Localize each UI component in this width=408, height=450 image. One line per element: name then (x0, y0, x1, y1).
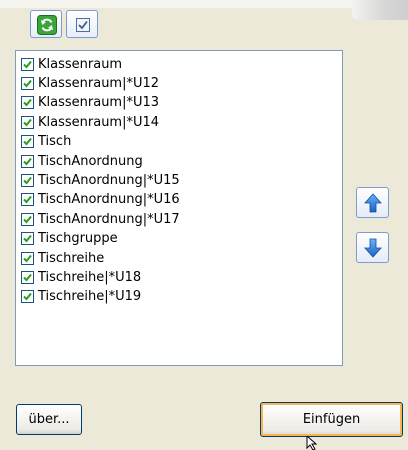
list-item[interactable]: Klassenraum (21, 54, 122, 74)
item-label: Tischreihe (38, 250, 105, 266)
item-checkbox[interactable] (21, 270, 34, 284)
list-item[interactable]: Tischreihe (21, 248, 104, 268)
item-label: TischAnordnung|*U17 (38, 211, 180, 227)
top-strip (0, 0, 408, 8)
list-item[interactable]: TischAnordnung|*U15 (21, 170, 180, 190)
checkmark-icon (23, 99, 32, 107)
about-button-label: über... (28, 412, 70, 427)
dialog-panel: Klassenraum Klassenraum|*U12 Klassenraum|*… (0, 0, 408, 450)
checkmark-icon (23, 196, 32, 204)
about-button[interactable]: über... (16, 404, 82, 435)
checkmark-icon (23, 234, 32, 243)
item-checkbox[interactable] (21, 212, 34, 226)
item-checkbox[interactable] (21, 193, 34, 207)
insert-button[interactable]: Einfügen (260, 402, 403, 437)
item-checkbox[interactable] (21, 251, 34, 265)
item-list[interactable]: Klassenraum Klassenraum|*U12 Klassenraum|*… (15, 50, 343, 366)
list-item[interactable]: Tischreihe|*U19 (21, 287, 141, 307)
list-item[interactable]: Tischreihe|*U18 (21, 267, 141, 287)
move-down-button[interactable] (356, 232, 389, 263)
move-up-button[interactable] (356, 187, 389, 218)
list-item[interactable]: Tischgruppe (21, 229, 118, 249)
item-checkbox[interactable] (21, 290, 34, 304)
arrow-down-icon (364, 238, 382, 258)
list-item[interactable]: TischAnordnung|*U17 (21, 209, 180, 229)
item-label: Klassenraum (38, 56, 123, 72)
checkmark-icon (23, 215, 32, 224)
item-checkbox[interactable] (21, 232, 34, 246)
item-label: Tischreihe|*U19 (38, 289, 142, 305)
mouse-pointer-icon (306, 436, 318, 450)
item-checkbox[interactable] (21, 135, 34, 149)
checkmark-icon (23, 157, 32, 165)
item-label: TischAnordnung (38, 153, 143, 169)
list-item[interactable]: Klassenraum|*U13 (21, 93, 159, 113)
list-item[interactable]: Tisch (21, 132, 71, 152)
list-item[interactable]: TischAnordnung (21, 151, 143, 171)
item-label: Tisch (38, 134, 72, 150)
item-label: Tischreihe|*U18 (38, 269, 142, 285)
list-item[interactable]: TischAnordnung|*U16 (21, 190, 180, 210)
list-item[interactable]: Klassenraum|*U12 (21, 73, 159, 93)
item-checkbox[interactable] (21, 76, 34, 90)
check-all-button[interactable] (66, 10, 98, 38)
window-corner (352, 0, 408, 20)
insert-button-label: Einfügen (302, 412, 361, 427)
checkmark-icon (23, 176, 32, 185)
refresh-icon (37, 15, 57, 35)
checkmark-icon (23, 273, 32, 282)
item-label: Klassenraum|*U12 (38, 75, 160, 91)
check-all-icon (76, 18, 90, 32)
checkmark-icon (23, 293, 32, 301)
item-checkbox[interactable] (21, 154, 34, 168)
item-checkbox[interactable] (21, 57, 34, 71)
arrow-up-icon (364, 193, 382, 213)
item-label: Tischgruppe (38, 231, 118, 247)
list-item[interactable]: Klassenraum|*U14 (21, 112, 159, 132)
refresh-button[interactable] (30, 10, 62, 38)
item-checkbox[interactable] (21, 115, 34, 129)
checkmark-icon (23, 118, 32, 127)
item-checkbox[interactable] (21, 96, 34, 110)
checkmark-icon (23, 60, 32, 68)
checkmark-icon (23, 254, 32, 262)
item-label: Klassenraum|*U14 (38, 114, 160, 130)
item-label: TischAnordnung|*U15 (38, 172, 180, 188)
item-label: Klassenraum|*U13 (38, 95, 160, 111)
item-label: TischAnordnung|*U16 (38, 192, 180, 208)
item-checkbox[interactable] (21, 173, 34, 187)
checkmark-icon (23, 137, 32, 146)
checkmark-icon (23, 79, 32, 88)
